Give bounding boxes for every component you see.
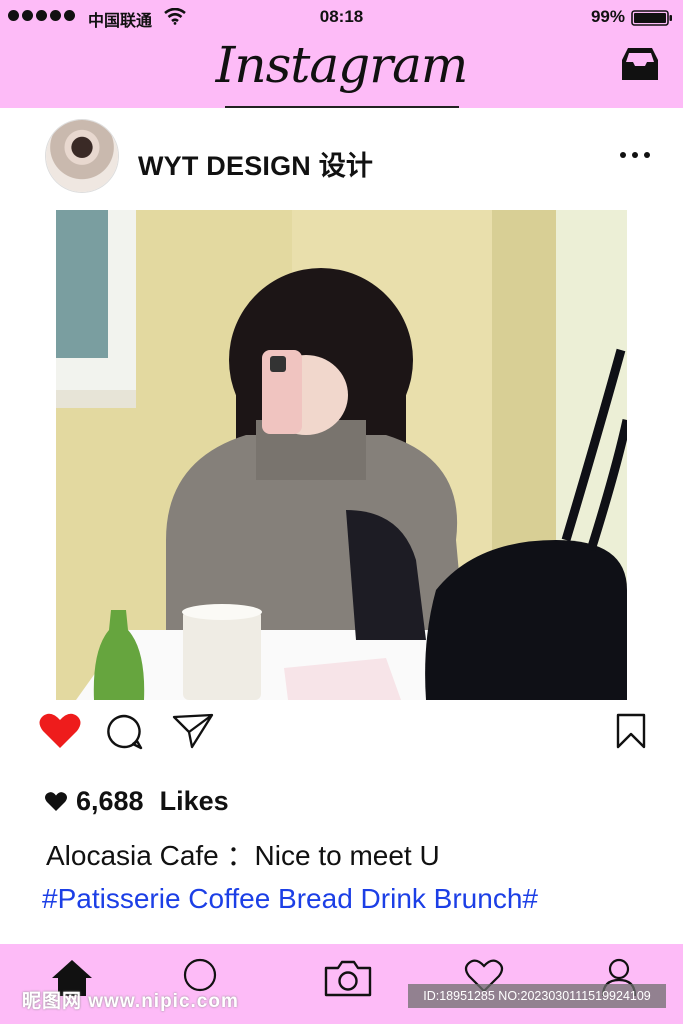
- avatar[interactable]: [46, 120, 118, 192]
- likes-row[interactable]: 6,688 Likes: [44, 786, 229, 817]
- app-header: Instagram: [0, 34, 683, 108]
- post-hashtags[interactable]: #Patisserie Coffee Bread Drink Brunch#: [42, 883, 538, 915]
- header-divider: [225, 106, 459, 108]
- likes-heart-icon: [45, 792, 67, 811]
- share-icon[interactable]: [172, 713, 214, 749]
- comment-icon[interactable]: [104, 713, 144, 751]
- status-bar: 中国联通 08:18 99%: [0, 0, 683, 34]
- clock: 08:18: [319, 7, 364, 26]
- watermark-left: 昵图网 www.nipic.com: [22, 991, 239, 1012]
- more-icon[interactable]: [620, 152, 650, 158]
- inbox-icon[interactable]: [619, 44, 661, 82]
- post-caption: Alocasia Cafe ：Nice to meet U: [46, 840, 440, 871]
- heart-icon[interactable]: [38, 712, 82, 750]
- post-username[interactable]: WYT DESIGN 设计: [138, 144, 373, 183]
- battery-icon: [631, 10, 672, 26]
- watermark-right: ID:18951285 NO:20230301115199241​09: [408, 984, 666, 1008]
- likes-label: Likes: [159, 786, 229, 816]
- post-photo-illustration: [56, 210, 627, 700]
- app-title: Instagram: [215, 36, 469, 94]
- bookmark-icon[interactable]: [616, 713, 646, 749]
- post-photo[interactable]: [56, 210, 627, 700]
- battery-percentage: 99%: [590, 7, 625, 26]
- camera-icon[interactable]: [323, 958, 373, 998]
- likes-count: 6,688: [76, 786, 144, 816]
